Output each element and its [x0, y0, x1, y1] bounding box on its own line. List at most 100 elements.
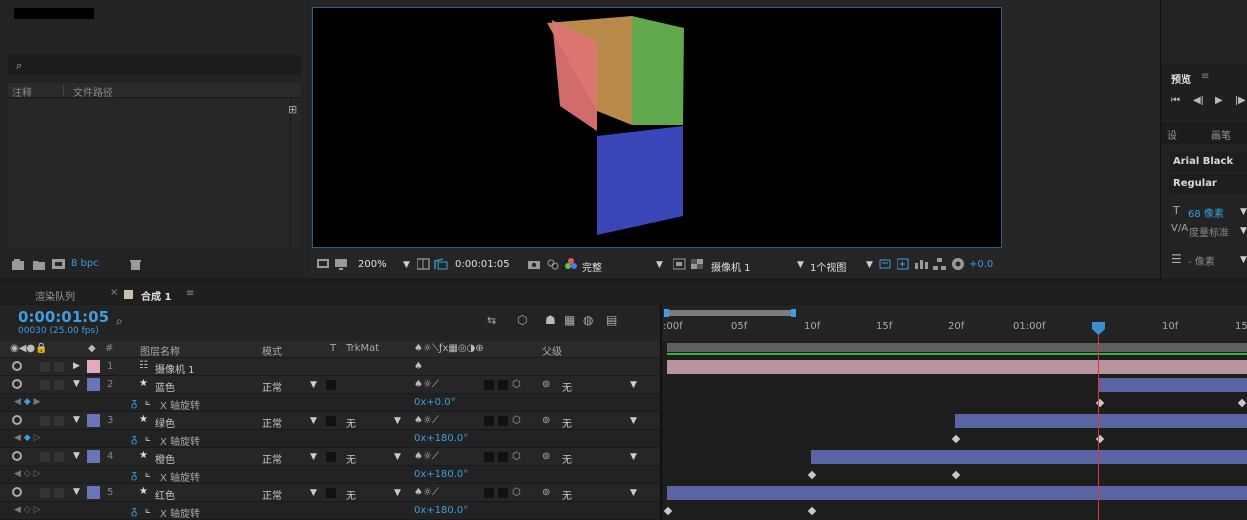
project-search-input[interactable] — [8, 55, 301, 75]
graph-editor-icon[interactable]: ▤ — [606, 313, 617, 327]
layer-duration-bar[interactable] — [667, 360, 1247, 374]
chevron-down-icon[interactable]: ▼ — [394, 416, 401, 426]
current-time-display[interactable]: 0:00:01:05 — [18, 308, 109, 326]
play-icon[interactable]: ▶ — [1215, 95, 1223, 106]
label-column-icon[interactable]: ◆ — [88, 343, 96, 354]
shy-switch-icon[interactable]: ♠ — [414, 361, 423, 372]
lock-switch[interactable] — [54, 362, 64, 372]
font-size-value[interactable]: 68 像素 — [1188, 205, 1224, 220]
keyframe-navigator[interactable]: ◀ ◆ ▶ — [14, 397, 41, 407]
label-color[interactable] — [87, 378, 100, 391]
3d-layer-icon[interactable]: ⬡ — [512, 379, 521, 390]
resolution-select[interactable]: 完整 — [582, 259, 602, 274]
layer-name[interactable]: 橙色 — [155, 451, 175, 466]
stopwatch-icon[interactable]: ᵹ — [131, 504, 137, 517]
stopwatch-icon[interactable]: ᵹ — [131, 468, 137, 481]
chevron-down-icon[interactable]: ▼ — [656, 260, 663, 270]
column-layer-name[interactable]: 图层名称 — [140, 343, 180, 358]
grid-guides-icon[interactable] — [417, 258, 431, 270]
preserve-transparency-box[interactable] — [326, 452, 336, 462]
layer-name[interactable]: 蓝色 — [155, 379, 175, 394]
parent-select[interactable]: 无 — [562, 451, 572, 466]
parent-select[interactable]: 无 — [562, 415, 572, 430]
3d-switch-box[interactable] — [484, 380, 494, 390]
navigator-start-handle[interactable] — [664, 309, 669, 317]
motion-blur-icon[interactable]: ◍ — [583, 313, 593, 327]
3d-switch-box[interactable] — [484, 416, 494, 426]
pick-whip-icon[interactable]: ⊚ — [542, 487, 550, 498]
tab-settings[interactable]: 设 — [1167, 127, 1177, 142]
trkmat-select[interactable]: 无 — [346, 451, 356, 466]
chevron-down-icon[interactable]: ▼ — [630, 452, 637, 462]
column-file-path[interactable]: 文件路径 — [73, 84, 113, 99]
column-parent[interactable]: 父级 — [542, 343, 562, 358]
layer-duration-bar[interactable] — [1099, 378, 1247, 392]
property-row[interactable]: ◀ ◇ ▷ ᵹ ⟀ X 轴旋转 0x+180.0° — [0, 502, 661, 520]
tracking-value[interactable]: 度量标准 — [1189, 224, 1229, 239]
property-row[interactable]: ◀ ◆ ▶ ᵹ ⟀ X 轴旋转 0x+0.0° — [0, 394, 661, 412]
layer-duration-bar[interactable] — [811, 450, 1247, 464]
eye-icon[interactable] — [12, 379, 22, 389]
keyframe[interactable] — [807, 506, 817, 516]
layer-duration-bar[interactable] — [955, 414, 1247, 428]
navigator-end-handle[interactable] — [791, 309, 796, 317]
snapshot-icon[interactable] — [528, 258, 541, 270]
property-value[interactable]: 0x+180.0° — [414, 433, 468, 444]
draft-3d-icon[interactable]: ⬡ — [517, 313, 527, 327]
property-value[interactable]: 0x+180.0° — [414, 505, 468, 516]
chevron-down-icon[interactable]: ▼ — [310, 416, 317, 426]
switches[interactable]: ♠☼⟋ — [414, 487, 439, 498]
chevron-down-icon[interactable]: ▼ — [310, 452, 317, 462]
expand-arrow-icon[interactable]: ▶ — [73, 361, 80, 371]
keyframe-navigator[interactable]: ◀ ◇ ▷ — [14, 469, 41, 479]
previous-frame-icon[interactable]: ◀ǀ — [1193, 95, 1204, 106]
camera-select[interactable]: 摄像机 1 — [711, 259, 751, 274]
solo-switch[interactable] — [40, 362, 50, 372]
3d-switch-box[interactable] — [484, 488, 494, 498]
eye-icon[interactable] — [12, 361, 22, 371]
adjustment-switch-box[interactable] — [498, 452, 508, 462]
font-family-select[interactable]: Arial Black — [1169, 152, 1247, 172]
keyframe[interactable] — [1237, 398, 1247, 408]
solo-switch[interactable] — [40, 416, 50, 426]
label-color[interactable] — [87, 414, 100, 427]
3d-layer-icon[interactable]: ⬡ — [512, 487, 521, 498]
tab-render-queue[interactable]: 渲染队列 — [35, 288, 75, 303]
pick-whip-icon[interactable]: ⊚ — [542, 451, 550, 462]
chevron-down-icon[interactable]: ▼ — [630, 416, 637, 426]
graph-icon[interactable]: ⟀ — [145, 433, 151, 444]
chevron-down-icon[interactable]: ▼ — [403, 260, 410, 270]
blend-mode-select[interactable]: 正常 — [262, 487, 282, 502]
layer-duration-bar[interactable] — [667, 486, 1247, 500]
eye-icon[interactable] — [12, 415, 22, 425]
fast-previews-icon[interactable] — [897, 258, 909, 270]
font-style-select[interactable]: Regular — [1169, 174, 1247, 194]
timeline-icon[interactable] — [915, 258, 928, 270]
switches[interactable]: ♠☼⟋ — [414, 451, 439, 462]
chevron-down-icon[interactable]: ▼ — [630, 488, 637, 498]
collapse-arrow-icon[interactable]: ▼ — [73, 415, 80, 425]
column-t[interactable]: T — [330, 343, 336, 354]
3d-layer-icon[interactable]: ⬡ — [512, 451, 521, 462]
solo-switch[interactable] — [40, 380, 50, 390]
chevron-down-icon[interactable]: ▼ — [1240, 255, 1247, 265]
color-channels-icon[interactable] — [564, 258, 578, 270]
tab-brush[interactable]: 画笔 — [1211, 127, 1231, 142]
keyframe-navigator[interactable]: ◀ ◇ ▷ — [14, 505, 41, 515]
layer-row[interactable]: ▼ 5 ★ 红色 正常 ▼ 无 ▼ ♠☼⟋ ⬡ ⊚ 无 ▼ — [0, 484, 661, 502]
zoom-select[interactable]: 200% — [358, 259, 387, 270]
tab-composition[interactable]: 合成 1 — [141, 288, 171, 303]
stopwatch-icon[interactable]: ᵹ — [131, 396, 137, 409]
3d-layer-icon[interactable]: ⬡ — [512, 415, 521, 426]
collapse-arrow-icon[interactable]: ▼ — [73, 451, 80, 461]
keyframe[interactable] — [663, 506, 673, 516]
first-frame-icon[interactable]: ⏮ — [1171, 95, 1180, 106]
viewer-timecode[interactable]: 0:00:01:05 — [455, 259, 510, 270]
tab-menu-icon[interactable]: ≡ — [186, 288, 194, 299]
property-value[interactable]: 0x+180.0° — [414, 469, 468, 480]
leading-value[interactable]: - 像素 — [1188, 253, 1215, 268]
property-value[interactable]: 0x+0.0° — [414, 397, 456, 408]
trash-icon[interactable] — [130, 259, 141, 270]
folder-icon[interactable] — [33, 259, 45, 270]
new-composition-icon[interactable] — [52, 259, 66, 270]
